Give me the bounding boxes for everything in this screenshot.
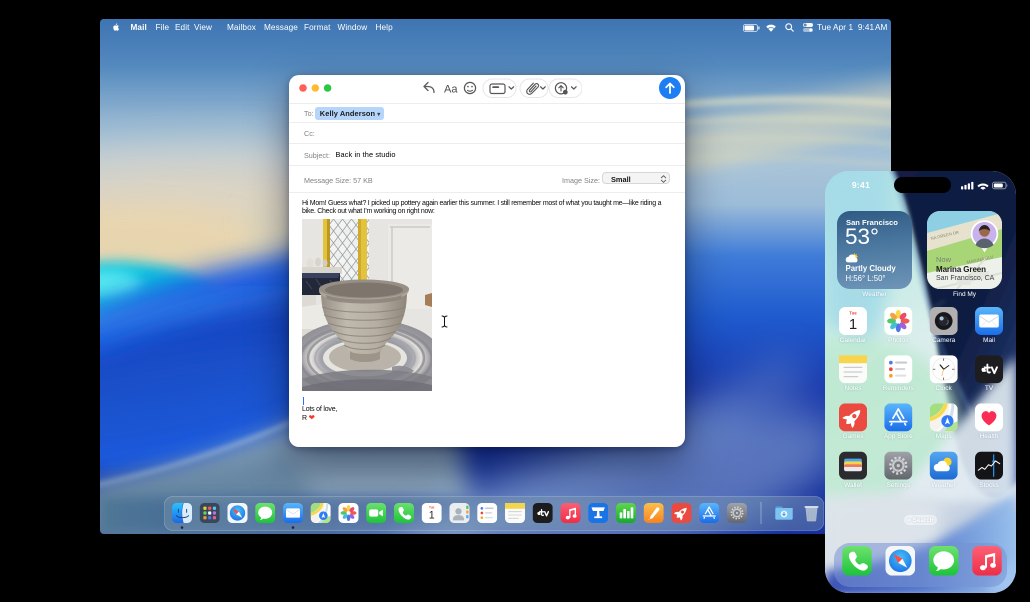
- svg-text:Aa: Aa: [444, 84, 458, 96]
